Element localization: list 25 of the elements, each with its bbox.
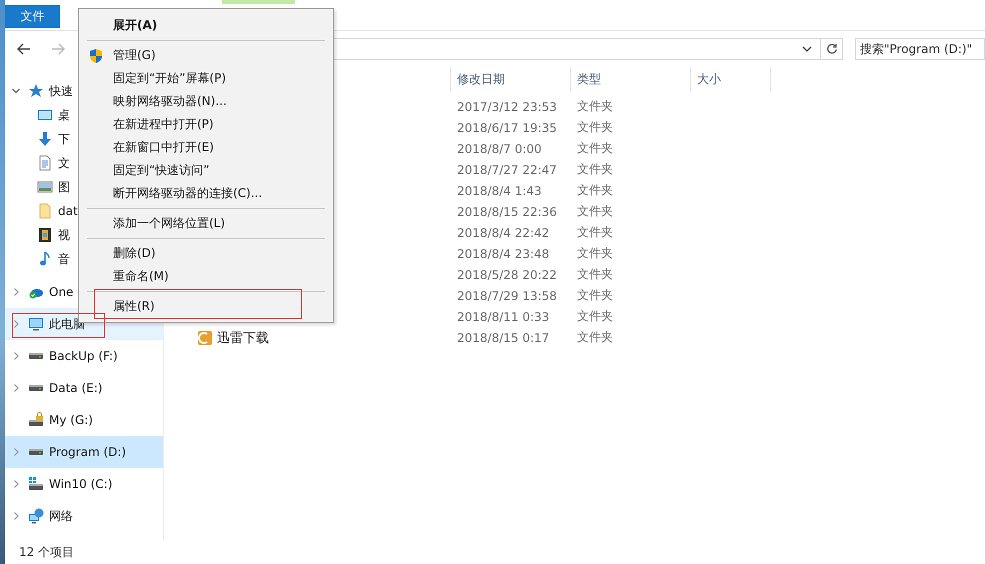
file-type: 文件夹: [577, 287, 613, 304]
file-type: 文件夹: [577, 140, 613, 157]
item-count: 12 个项目: [19, 544, 74, 560]
modified-date: 2018/8/15 0:17: [457, 330, 550, 344]
modified-date: 2018/8/4 22:42: [457, 226, 550, 240]
modified-date: 2018/8/7 0:00: [457, 142, 542, 156]
modified-date: 2018/7/27 22:47: [457, 162, 557, 176]
file-type: 文件夹: [577, 203, 613, 220]
file-type: 文件夹: [577, 161, 613, 178]
file-type: 文件夹: [577, 224, 613, 241]
modified-date: 2018/8/4 23:48: [457, 246, 550, 260]
file-type: 文件夹: [577, 329, 613, 346]
modified-date: 2017/3/12 23:53: [457, 100, 557, 114]
modified-date: 2018/6/17 19:35: [457, 120, 557, 134]
file-type: 文件夹: [577, 308, 613, 325]
file-type: 文件夹: [577, 266, 613, 283]
file-type: 文件夹: [577, 119, 613, 136]
modified-date: 2018/8/11 0:33: [457, 310, 550, 324]
modified-date: 2018/8/4 1:43: [457, 184, 542, 198]
file-type: 文件夹: [577, 245, 613, 262]
modified-date: 2018/5/28 20:22: [457, 268, 557, 282]
file-type: 文件夹: [577, 182, 613, 199]
modified-date: 2018/7/29 13:58: [457, 288, 557, 302]
file-type: 文件夹: [577, 98, 613, 115]
modified-date: 2018/8/15 22:36: [457, 204, 557, 218]
